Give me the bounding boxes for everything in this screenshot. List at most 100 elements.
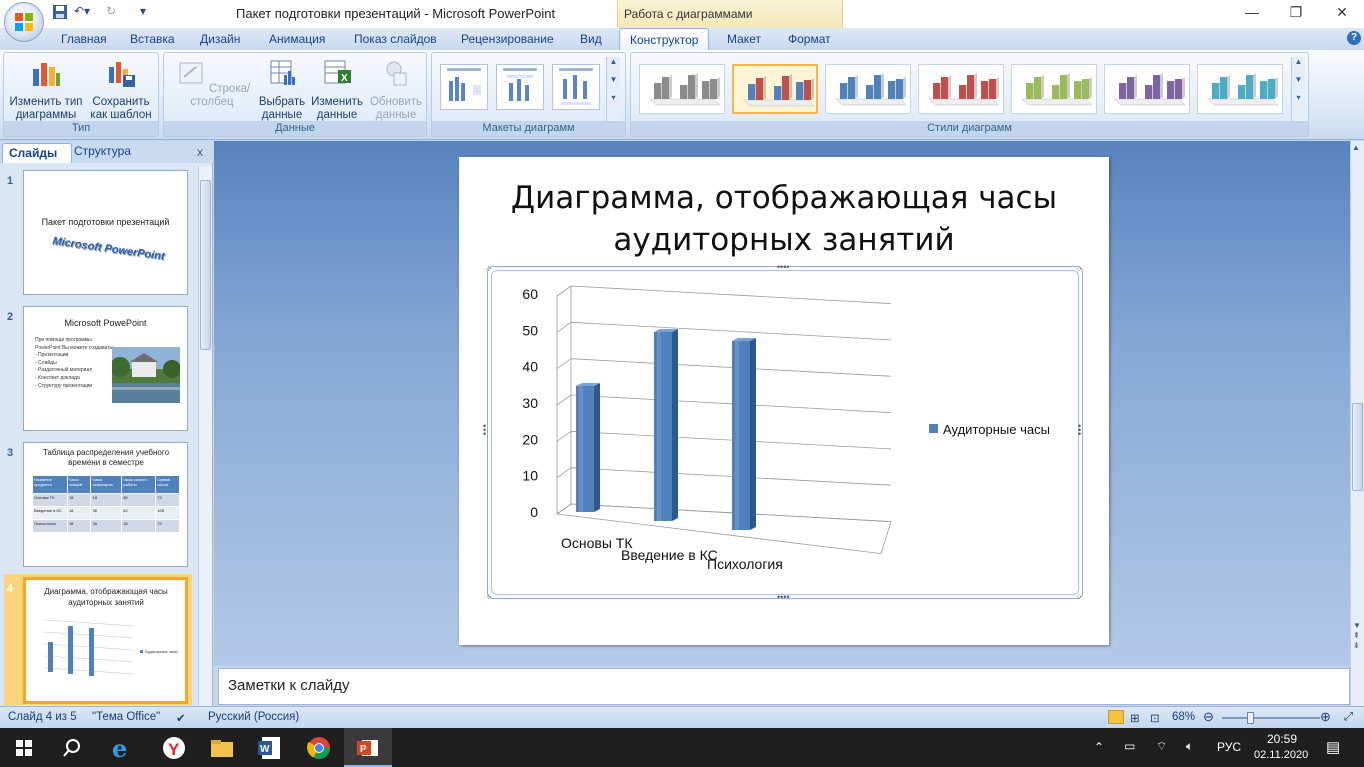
chart-style-5[interactable]	[1011, 64, 1097, 114]
switch-row-column-button[interactable]: Строка/столбец	[166, 57, 258, 109]
layouts-gallery-scroll[interactable]: ▲ ▼ ▾	[606, 57, 620, 121]
tab-home[interactable]: Главная	[61, 32, 107, 46]
resize-handle[interactable]: • • •	[483, 422, 486, 439]
tab-outline[interactable]: Структура	[74, 144, 131, 158]
tab-chart-design[interactable]: Конструктор	[619, 28, 709, 51]
slide-title[interactable]: Диаграмма, отображающая часы аудиторных …	[459, 177, 1109, 261]
bar-1[interactable]	[576, 383, 600, 512]
volume-icon[interactable]: 🔈︎	[1186, 739, 1193, 754]
tab-animation[interactable]: Анимация	[269, 32, 325, 46]
thumb-title: Диаграмма, отображающая часы аудиторных …	[44, 587, 168, 607]
zoom-slider[interactable]	[1222, 717, 1320, 719]
chart-layout-3[interactable]	[552, 64, 600, 110]
wifi-icon[interactable]: ⌔	[1156, 739, 1167, 754]
zoom-slider-thumb[interactable]	[1247, 712, 1254, 724]
y-tick-label: 50	[522, 322, 538, 338]
chart-style-6[interactable]	[1104, 64, 1190, 114]
resize-handle[interactable]: ⁘	[1075, 592, 1083, 603]
y-tick-label: 60	[522, 286, 538, 302]
legend-label: Аудиторные часы	[943, 422, 1050, 437]
group-styles-label: Стили диаграмм	[631, 121, 1308, 136]
zoom-level[interactable]: 68%	[1172, 711, 1195, 723]
tab-slideshow[interactable]: Показ слайдов	[354, 32, 437, 46]
redo-icon[interactable]: ↻	[106, 4, 116, 22]
notifications-icon[interactable]: ▤	[1326, 738, 1340, 756]
scroll-nav-icons[interactable]: ▼ ⇞ ⇟	[1353, 621, 1361, 651]
clock-date[interactable]: 02.11.2020	[1254, 749, 1308, 761]
windows-start-icon[interactable]	[10, 734, 38, 762]
undo-icon[interactable]: ↶▾	[74, 4, 90, 22]
chart-style-4[interactable]	[918, 64, 1004, 114]
search-icon[interactable]	[58, 734, 86, 762]
gridline	[556, 431, 572, 442]
styles-gallery-scroll[interactable]: ▲ ▼ ▾	[1291, 57, 1305, 121]
slideshow-view-icon[interactable]: ⊡	[1150, 711, 1160, 725]
resize-handle[interactable]: ••••	[777, 262, 790, 272]
slide-sorter-icon[interactable]: ⊞	[1130, 711, 1140, 725]
gridline	[570, 321, 892, 341]
word-icon[interactable]: W	[256, 734, 284, 762]
thumb-chart: Аудиторные часы	[43, 619, 178, 676]
input-language[interactable]: РУС	[1217, 740, 1241, 754]
help-icon[interactable]: ?	[1347, 31, 1361, 45]
tab-format[interactable]: Формат	[788, 32, 831, 46]
chart-legend: Аудиторные часы	[929, 422, 1050, 437]
chrome-icon[interactable]	[305, 734, 333, 762]
refresh-data-button[interactable]: Обновить данные	[366, 57, 426, 122]
chart-style-7[interactable]	[1197, 64, 1283, 114]
notes-pane[interactable]: Заметки к слайду	[218, 668, 1350, 705]
qat-customize-icon[interactable]: ▾	[140, 4, 146, 22]
internet-explorer-icon[interactable]: e	[108, 734, 136, 762]
zoom-out-icon[interactable]: ⊖	[1203, 709, 1214, 725]
minimize-button[interactable]: —	[1232, 4, 1272, 22]
group-data: Строка/столбец Выбрать данные X Изменить…	[163, 52, 427, 137]
tab-layout[interactable]: Макет	[727, 32, 761, 46]
column-chart[interactable]: 0 10 20 30 40 50 60 Основы ТКВведение в КСПсих…	[491, 272, 1079, 592]
tray-chevron-icon[interactable]: ⌃	[1094, 740, 1104, 754]
slide-thumbnail-2[interactable]: Microsoft PowePoint При помощи программы…	[23, 306, 188, 431]
close-button[interactable]: ✕	[1322, 4, 1362, 22]
tab-insert[interactable]: Вставка	[130, 32, 175, 46]
theme-name[interactable]: "Тема Office"	[92, 711, 160, 723]
table-cell: Основы ТК	[32, 493, 68, 507]
slide-thumbnail-1[interactable]: Пакет подготовки презентаций Microsoft P…	[23, 170, 188, 295]
bar-2[interactable]	[654, 329, 678, 521]
chart-layout-2[interactable]	[496, 64, 544, 110]
yandex-browser-icon[interactable]: Y	[160, 734, 188, 762]
chart-style-1[interactable]	[639, 64, 725, 114]
slide-thumbnail-3[interactable]: Таблица распределения учебного времени в…	[23, 442, 188, 567]
language-indicator[interactable]: Русский (Россия)	[208, 711, 299, 723]
file-explorer-icon[interactable]	[208, 734, 236, 762]
tab-slides[interactable]: Слайды	[2, 143, 72, 163]
chart-layout-1[interactable]	[440, 64, 488, 110]
scroll-thumb[interactable]	[1352, 403, 1363, 491]
fit-to-window-icon[interactable]: ⤢	[1344, 711, 1353, 724]
close-pane-icon[interactable]: x	[197, 145, 203, 159]
maximize-button[interactable]: ❐	[1276, 4, 1316, 22]
zoom-in-icon[interactable]: ⊕	[1320, 709, 1331, 725]
scroll-up-icon[interactable]: ▲	[1352, 143, 1360, 152]
save-icon[interactable]	[52, 4, 68, 22]
tab-design[interactable]: Дизайн	[200, 32, 240, 46]
tab-review[interactable]: Рецензирование	[461, 32, 554, 46]
bar-3[interactable]	[732, 338, 756, 530]
editor-vertical-scrollbar[interactable]: ▲ ▼ ⇞ ⇟	[1350, 141, 1364, 706]
tab-view[interactable]: Вид	[580, 32, 602, 46]
taskbar-powerpoint-active[interactable]: P	[344, 728, 392, 767]
select-data-button[interactable]: Выбрать данные	[256, 57, 308, 122]
edit-data-button[interactable]: X Изменить данные	[310, 57, 364, 122]
chart-style-2[interactable]	[732, 64, 818, 114]
slide-thumbnail-4[interactable]: Диаграмма, отображающая часы аудиторных …	[23, 577, 188, 704]
resize-handle[interactable]: ⁘	[485, 592, 493, 603]
office-button[interactable]	[4, 2, 44, 42]
resize-handle[interactable]: ••••	[777, 592, 790, 602]
normal-view-icon[interactable]	[1108, 710, 1124, 724]
battery-icon[interactable]: ▭	[1124, 739, 1135, 753]
spellcheck-icon[interactable]: ✔	[176, 711, 186, 725]
chart-style-3[interactable]	[825, 64, 911, 114]
slides-pane-scrollbar[interactable]	[198, 166, 212, 706]
change-chart-type-button[interactable]: Изменить тип диаграммы	[8, 57, 84, 122]
save-as-template-button[interactable]: Сохранить как шаблон	[86, 57, 156, 122]
scroll-thumb[interactable]	[200, 180, 211, 350]
clock-time[interactable]: 20:59	[1267, 732, 1297, 746]
